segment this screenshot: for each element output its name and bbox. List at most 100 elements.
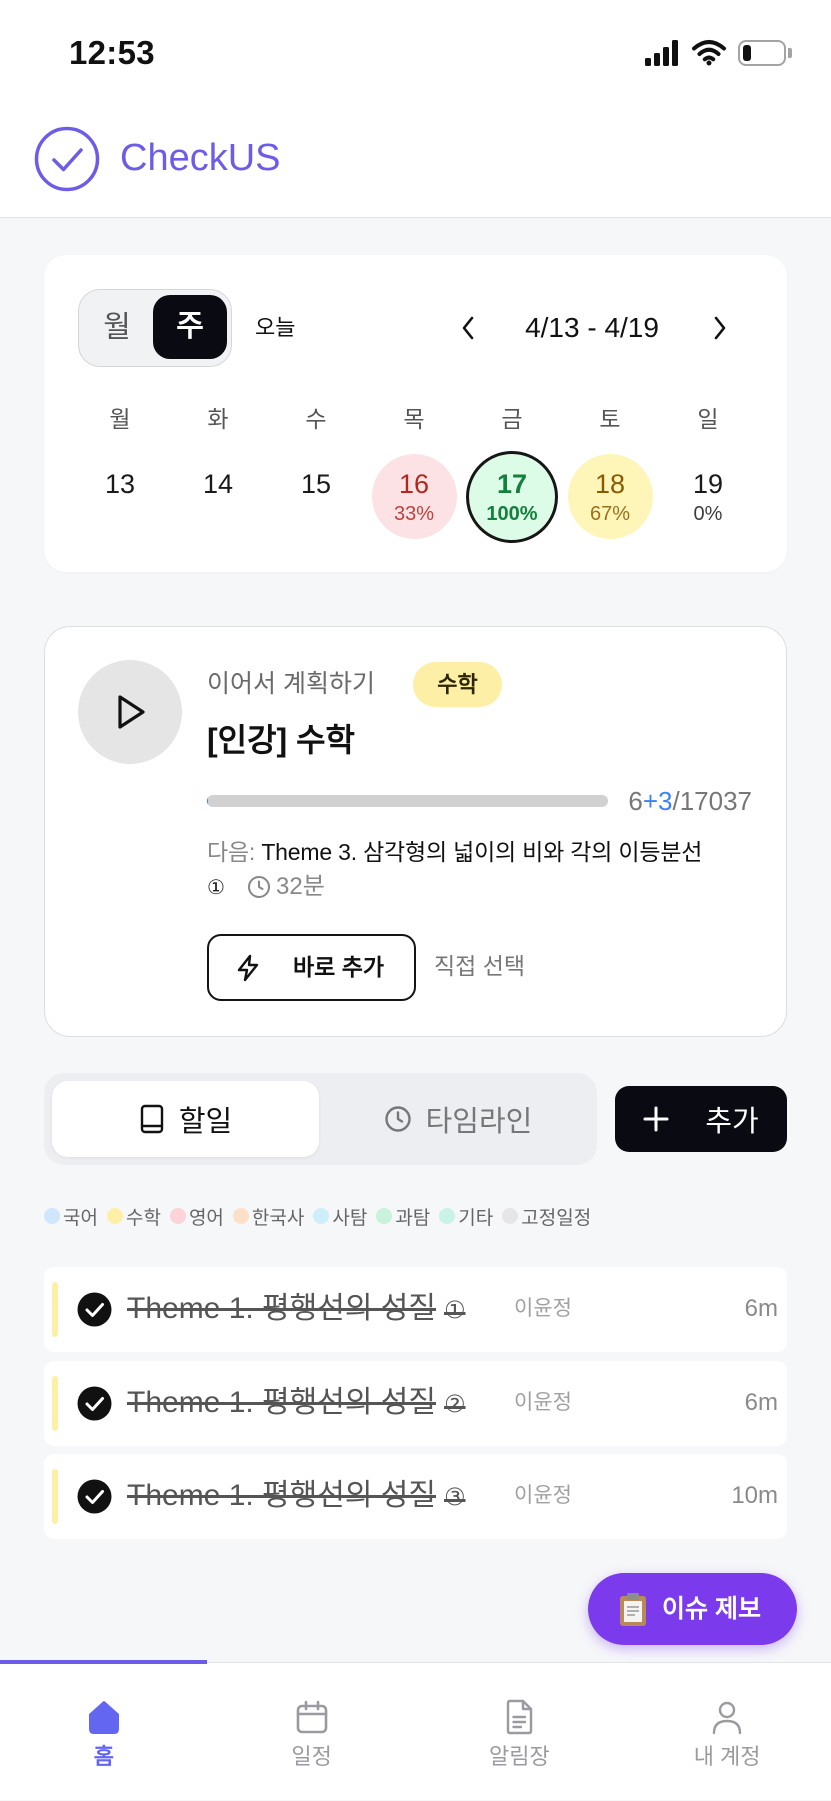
weekday-label: 월: [71, 404, 169, 434]
day-16[interactable]: 16 33%: [372, 454, 457, 539]
next-lesson: 다음: Theme 3. 삼각형의 넓이의 비와 각의 이등분선: [207, 837, 702, 867]
tab-todo[interactable]: 할일: [52, 1081, 319, 1157]
day-number: 16: [372, 468, 457, 500]
home-icon: [85, 1698, 123, 1736]
view-toggle[interactable]: 월 주: [78, 289, 232, 367]
book-icon: [139, 1104, 165, 1134]
bottom-nav: 홈 일정 알림장 내 계정: [0, 1662, 831, 1800]
quick-add-label: 바로 추가: [293, 936, 384, 999]
nav-item-schedule[interactable]: 일정: [208, 1663, 416, 1801]
day-15[interactable]: 15: [274, 454, 359, 539]
task-row[interactable]: Theme 1. 평행선의 성질③ 이윤정 10m: [44, 1454, 787, 1539]
nav-label: 일정: [208, 1743, 416, 1771]
user-icon: [708, 1698, 746, 1736]
month-view-button[interactable]: 월: [83, 290, 151, 365]
weekday-label: 화: [169, 404, 267, 434]
day-number: 13: [78, 468, 163, 500]
day-cell: 19 0%: [659, 454, 757, 546]
progress-count: 6+3/17037: [612, 786, 752, 816]
task-row[interactable]: Theme 1. 평행선의 성질① 이윤정 6m: [44, 1267, 787, 1352]
task-assignee: 이윤정: [514, 1294, 572, 1324]
tab-timeline[interactable]: 타임라인: [319, 1081, 597, 1157]
play-icon: [110, 690, 150, 734]
legend-label: 고정일정: [521, 1203, 591, 1230]
add-label: 추가: [705, 1098, 758, 1140]
weekday-label: 금: [463, 404, 561, 434]
day-cell: 18 67%: [561, 454, 659, 546]
checked-icon[interactable]: [77, 1292, 112, 1327]
task-duration: 6m: [745, 1294, 778, 1324]
day-cell: 17 100%: [463, 454, 561, 546]
chevron-left-icon[interactable]: [460, 315, 476, 341]
legend-item: 고정일정: [502, 1203, 591, 1230]
add-button[interactable]: 추가: [615, 1086, 787, 1152]
task-assignee: 이윤정: [514, 1481, 572, 1511]
next-label: 다음:: [207, 839, 255, 865]
clock-icon: [247, 875, 271, 899]
day-number: 15: [274, 468, 359, 500]
day-17[interactable]: 17 100%: [466, 451, 558, 543]
day-number: 18: [568, 468, 653, 500]
lesson-duration: 32분: [276, 873, 325, 901]
day-row: 13 14 15 16 33% 17 100% 18 67% 19 0%: [71, 454, 757, 546]
day-percent: 0%: [666, 502, 751, 526]
progress-completed: 6: [628, 786, 642, 816]
day-18[interactable]: 18 67%: [568, 454, 653, 539]
legend-label: 과탐: [395, 1203, 430, 1230]
app-title[interactable]: CheckUS: [120, 135, 281, 181]
status-time: 12:53: [69, 33, 155, 73]
tab-label: 타임라인: [426, 1098, 533, 1140]
legend-dot: [502, 1208, 518, 1224]
day-number: 19: [666, 468, 751, 500]
clipboard-icon: [618, 1591, 648, 1627]
nav-label: 내 계정: [623, 1743, 831, 1771]
next-index: ①: [207, 873, 225, 901]
today-button[interactable]: 오늘: [255, 315, 295, 341]
progress-total: /17037: [672, 786, 752, 816]
play-button[interactable]: [78, 660, 182, 764]
legend-dot: [376, 1208, 392, 1224]
issue-report-label: 이슈 제보: [662, 1573, 761, 1645]
checked-icon[interactable]: [77, 1479, 112, 1514]
day-cell: 16 33%: [365, 454, 463, 546]
tab-label: 할일: [179, 1098, 232, 1140]
nav-label: 홈: [0, 1743, 208, 1771]
day-cell: 14: [169, 454, 267, 546]
clock-icon: [384, 1105, 412, 1133]
battery-level: [743, 45, 781, 61]
legend-item: 사탐: [313, 1203, 367, 1230]
day-number: 17: [469, 468, 555, 500]
nav-item-notices[interactable]: 알림장: [416, 1663, 624, 1801]
legend-dot: [170, 1208, 186, 1224]
legend-item: 기타: [439, 1203, 493, 1230]
progress-added: +3: [643, 786, 673, 816]
plus-icon: [643, 1106, 669, 1132]
quick-add-button[interactable]: 바로 추가: [207, 934, 416, 1001]
next-title: Theme 3. 삼각형의 넓이의 비와 각의 이등분선: [261, 839, 702, 865]
legend-label: 영어: [189, 1203, 224, 1230]
nav-item-home[interactable]: 홈: [0, 1663, 208, 1801]
week-view-button[interactable]: 주: [153, 295, 227, 359]
legend-dot: [439, 1208, 455, 1224]
nav-item-account[interactable]: 내 계정: [623, 1663, 831, 1801]
weekday-label: 목: [365, 404, 463, 434]
chevron-right-icon[interactable]: [712, 315, 728, 341]
check-circle-icon[interactable]: [34, 126, 100, 192]
issue-report-button[interactable]: 이슈 제보: [588, 1573, 797, 1645]
progress-bar: [207, 795, 608, 807]
day-14[interactable]: 14: [176, 454, 261, 539]
manual-select-link[interactable]: 직접 선택: [434, 951, 525, 981]
task-index: ②: [444, 1390, 466, 1418]
battery-icon: [738, 40, 786, 66]
day-19[interactable]: 19 0%: [666, 454, 751, 539]
nav-label: 알림장: [416, 1743, 624, 1771]
legend-dot: [44, 1208, 60, 1224]
day-cell: 13: [71, 454, 169, 546]
task-row[interactable]: Theme 1. 평행선의 성질② 이윤정 6m: [44, 1361, 787, 1446]
day-13[interactable]: 13: [78, 454, 163, 539]
calendar-icon: [293, 1698, 331, 1736]
task-title-text: Theme 1. 평행선의 성질: [127, 1292, 436, 1325]
signal-icon: [645, 40, 679, 66]
checked-icon[interactable]: [77, 1386, 112, 1421]
week-range: 4/13 - 4/19: [500, 311, 684, 345]
